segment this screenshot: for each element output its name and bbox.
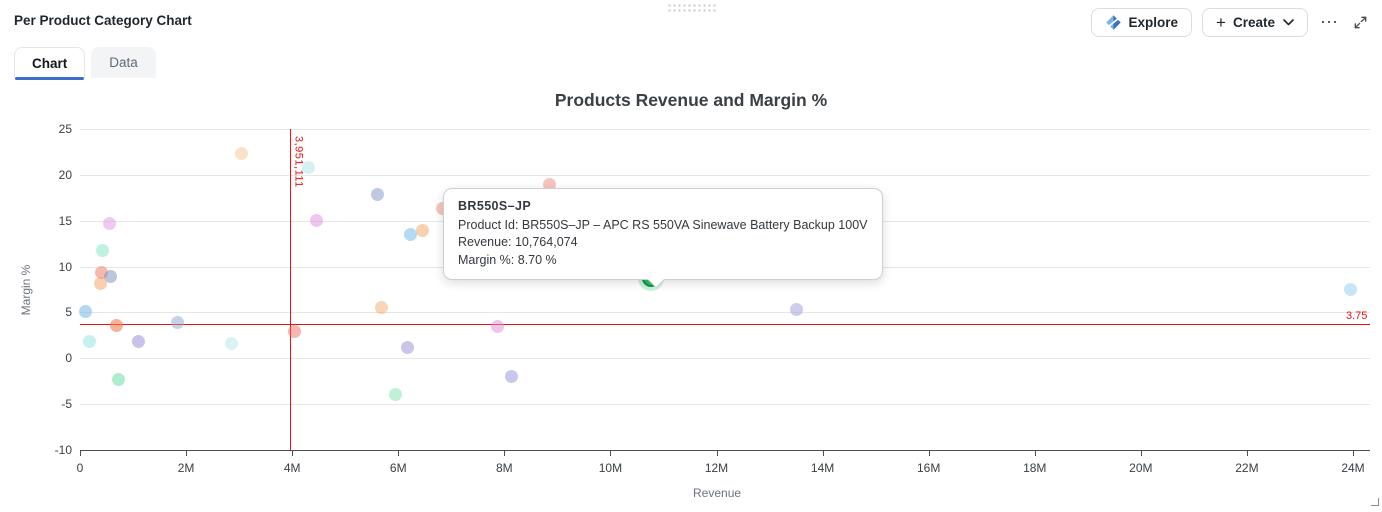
scatter-point[interactable] [79,305,93,318]
scatter-point[interactable] [309,214,323,228]
scatter-point[interactable] [370,187,384,201]
x-tick-label: 0 [76,461,84,475]
y-tick-label: -5 [61,397,72,412]
scatter-point[interactable] [109,318,123,332]
scatter-point[interactable] [82,335,96,349]
scatter-point[interactable] [96,244,110,258]
scatter-point[interactable] [388,388,402,402]
x-tick-label: 16M [916,461,941,475]
x-tick-mark [716,451,718,456]
x-tick-mark [822,451,824,456]
x-tick-label: 18M [1023,461,1047,475]
gridline [80,129,1370,130]
reference-line-vertical-label: 3,951,111 [292,136,305,188]
scatter-point[interactable] [93,277,107,291]
x-tick-mark [1140,451,1142,456]
x-tick-mark [1034,451,1036,456]
scatter-point[interactable] [132,335,146,349]
scatter-point[interactable] [235,147,249,161]
x-tick-mark [292,451,294,456]
scatter-point[interactable] [170,316,184,330]
x-tick-label: 24M [1341,461,1365,475]
x-axis-label: Revenue [693,486,742,500]
scatter-point[interactable] [287,325,301,339]
gridline [80,358,1370,360]
tooltip-title: BR550S–JP [458,199,532,213]
y-tick-label: 0 [65,351,72,366]
gridline [80,312,1370,314]
x-tick-mark [80,451,81,456]
y-tick-label: 5 [65,305,72,320]
x-tick-mark [610,451,612,456]
x-tick-label: 6M [389,461,407,475]
scatter-point[interactable] [224,337,238,351]
scatter-point[interactable] [415,224,429,238]
x-tick-mark [928,451,930,456]
scatter-point[interactable] [789,303,803,317]
scatter-point[interactable] [111,372,125,386]
scatter-point[interactable] [490,319,504,333]
x-tick-label: 2M [177,461,195,475]
resize-corner-handle[interactable] [1371,498,1379,506]
tooltip: BR550S–JP Product Id: BR550S–JP – APC RS… [443,188,883,288]
x-tick-label: 8M [495,461,513,475]
x-tick-label: 10M [598,461,623,475]
scatter-point[interactable] [504,370,518,384]
scatter-chart: Products Revenue and Margin % 25 20 15 10 5 0… [0,0,1382,512]
x-axis-line [80,450,1370,451]
x-tick-label: 20M [1129,461,1153,475]
x-tick-mark [398,451,400,456]
x-tick-mark [504,451,506,456]
x-tick-label: 4M [283,461,301,475]
x-tick-mark [186,451,188,456]
scatter-point[interactable] [301,161,315,175]
chart-title: Products Revenue and Margin % [554,90,828,110]
tooltip-margin-line: Margin %: 8.70 % [458,252,557,267]
gridline [80,404,1370,406]
y-tick-label: 15 [58,213,72,228]
y-axis-label: Margin % [19,264,33,316]
x-tick-mark [1353,451,1354,456]
y-tick-label: -10 [54,443,72,457]
y-tick-label: 20 [58,167,72,182]
scatter-point[interactable] [1343,283,1357,296]
reference-line-horizontal [80,323,1370,325]
x-tick-label: 14M [810,461,835,475]
scatter-point[interactable] [102,216,116,230]
reference-line-horizontal-label: 3.75 [1346,309,1368,322]
x-tick-label: 22M [1235,461,1259,475]
reference-line-vertical [289,129,291,450]
y-tick-label: 25 [58,122,72,136]
scatter-point[interactable] [400,340,414,354]
gridline [80,174,1370,176]
x-tick-label: 12M [704,461,729,475]
tooltip-product-line: Product Id: BR550S–JP – APC RS 550VA Sin… [458,217,868,232]
tooltip-revenue-line: Revenue: 10,764,074 [458,235,578,249]
x-tick-mark [1246,451,1248,456]
y-tick-label: 10 [58,259,72,274]
